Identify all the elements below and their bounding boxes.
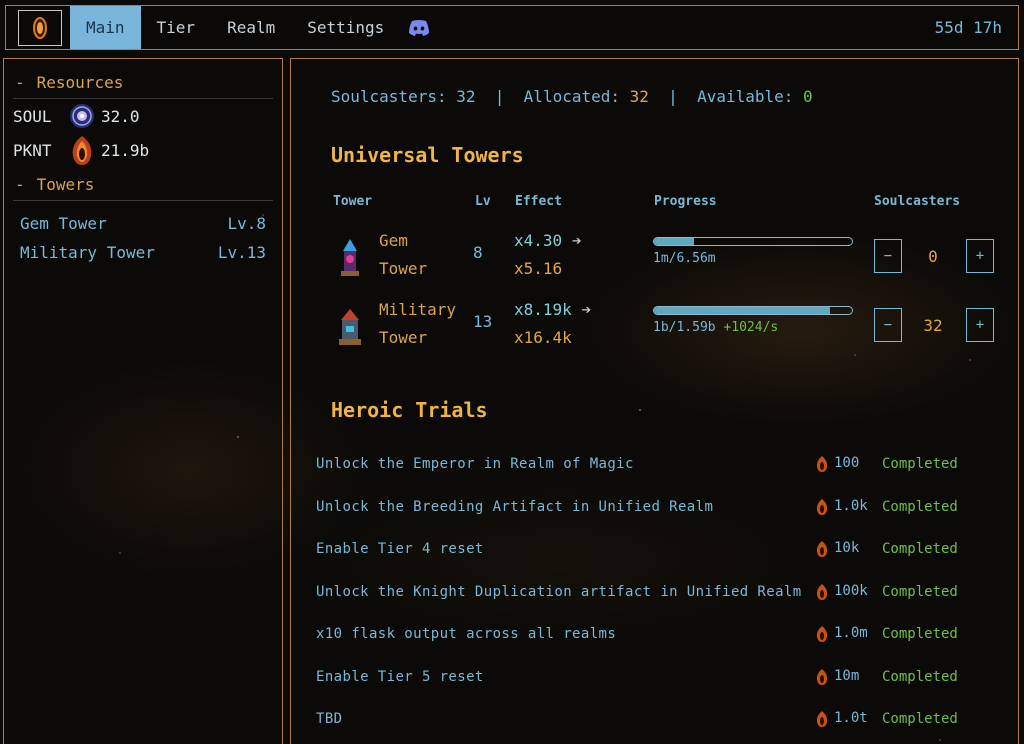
soulcasters-total: 32 [456,87,476,106]
sidebar-item-gem-tower[interactable]: Gem Tower Lv.8 [13,209,273,238]
progress-bar [653,306,853,315]
top-nav-bar: Main Tier Realm Settings 55d 17h [5,5,1019,50]
increment-soulcasters-button[interactable]: + [966,239,994,273]
soul-orb-icon [65,99,99,133]
tab-tier[interactable]: Tier [141,6,212,49]
soulcaster-summary: Soulcasters: 32 | Allocated: 32 | Availa… [331,87,813,106]
tab-realm[interactable]: Realm [211,6,291,49]
pknt-flame-icon [815,710,829,732]
tower-level: 8 [473,243,483,262]
collapse-dash-icon: - [15,175,25,194]
decrement-soulcasters-button[interactable]: − [874,239,902,273]
pknt-flame-icon [815,540,829,562]
col-header-progress: Progress [654,194,717,209]
tab-settings[interactable]: Settings [291,6,400,49]
col-header-soulcasters: Soulcasters [874,194,961,209]
col-header-tower: Tower [333,194,373,209]
flame-portal-icon [33,16,47,39]
pknt-flame-icon [815,583,829,605]
trial-row: Unlock the Breeding Artifact in Unified … [316,496,1006,520]
resource-pknt: PKNT 21.9b [13,133,273,167]
resource-soul: SOUL 32.0 [13,99,273,133]
towers-heading[interactable]: - Towers [13,167,273,200]
trial-row: Unlock the Emperor in Realm of Magic 100… [316,453,1006,477]
pknt-flame-icon [815,498,829,520]
col-header-effect: Effect [515,194,562,209]
progress-bar [653,237,853,246]
trial-row: TBD 1.0t Completed [316,708,1006,732]
sidebar: - Resources SOUL 32.0 PKNT 21.9b - Towers [3,58,283,744]
tower-row-gem: Gem Tower 8 x4.30 ➔ x5.16 1m/6.56m − 0 + [291,227,1020,287]
trial-row: Unlock the Knight Duplication artifact i… [316,581,1006,605]
gem-tower-icon [341,239,359,276]
arrow-right-icon: ➔ [571,231,582,250]
app-logo[interactable] [18,9,62,46]
trial-row: x10 flask output across all realms 1.0m … [316,623,1006,647]
tab-main[interactable]: Main [70,6,141,49]
progress-text: 1m/6.56m [653,251,716,266]
main-panel: Soulcasters: 32 | Allocated: 32 | Availa… [290,58,1019,744]
collapse-dash-icon: - [15,73,25,92]
resources-heading[interactable]: - Resources [13,69,273,99]
pknt-flame-icon [65,133,99,167]
tower-row-military: Military Tower 13 x8.19k ➔ x16.4k 1b/1.59b… [291,296,1020,356]
soulcasters-allocated: 32 [629,87,649,106]
col-header-lv: Lv [475,194,491,209]
trial-row: Enable Tier 5 reset 10m Completed [316,666,1006,690]
discord-icon[interactable] [408,19,430,36]
soulcaster-count: 32 [923,316,943,335]
soulcasters-available: 0 [803,87,813,106]
countdown-timer: 55d 17h [934,18,1002,37]
soulcaster-count: 0 [928,247,938,266]
pknt-flame-icon [815,455,829,477]
tower-effect: x8.19k ➔ x16.4k [514,300,592,347]
increment-soulcasters-button[interactable]: + [966,308,994,342]
arrow-right-icon: ➔ [581,300,592,319]
progress-text: 1b/1.59b +1024/s [653,320,779,335]
tower-level: 13 [473,312,493,331]
decrement-soulcasters-button[interactable]: − [874,308,902,342]
military-tower-icon [339,309,361,345]
progress-rate: +1024/s [723,320,779,335]
trial-row: Enable Tier 4 reset 10k Completed [316,538,1006,562]
sidebar-tower-list: Gem Tower Lv.8 Military Tower Lv.13 [13,200,273,267]
sidebar-item-military-tower[interactable]: Military Tower Lv.13 [13,238,273,267]
tower-effect: x4.30 ➔ x5.16 [514,231,582,278]
heroic-trials-title: Heroic Trials [331,398,488,422]
pknt-flame-icon [815,668,829,690]
universal-towers-title: Universal Towers [331,143,524,167]
pknt-flame-icon [815,625,829,647]
